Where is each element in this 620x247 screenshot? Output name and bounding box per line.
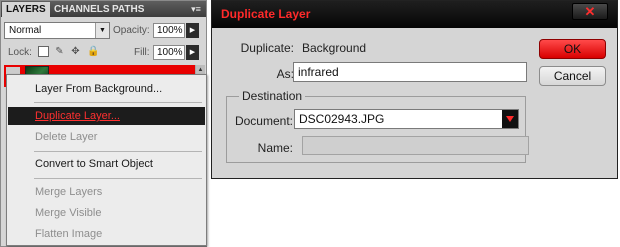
lock-label: Lock: <box>8 47 32 58</box>
document-name-input <box>302 136 529 155</box>
destination-legend: Destination <box>239 89 306 103</box>
opacity-field[interactable]: 100% <box>153 23 185 38</box>
menu-separator <box>34 102 202 103</box>
layer-name-input[interactable]: infrared <box>293 62 527 82</box>
dropdown-button[interactable] <box>502 110 518 128</box>
fill-field[interactable]: 100% <box>153 45 185 60</box>
duplicate-layer-dialog: Duplicate Layer ✕ Duplicate: Background … <box>211 0 618 179</box>
duplicate-label: Duplicate: <box>240 41 294 55</box>
menu-item-convert-to-smart-object[interactable]: Convert to Smart Object <box>8 155 205 173</box>
menu-item-delete-layer[interactable]: Delete Layer <box>8 128 205 146</box>
document-label: Document: <box>234 114 293 128</box>
lock-all-padlock-icon[interactable]: 🔒 <box>87 46 99 57</box>
menu-item-layer-from-background[interactable]: Layer From Background... <box>8 80 205 98</box>
destination-group: Destination Document: DSC02943.JPG Name: <box>226 89 529 163</box>
chevron-down-icon <box>506 116 514 122</box>
tab-layers[interactable]: LAYERS <box>2 2 50 17</box>
panel-menu-icon[interactable]: ▾≡ <box>188 3 204 15</box>
menu-separator <box>34 151 202 152</box>
document-select[interactable]: DSC02943.JPG <box>294 109 519 129</box>
cancel-button[interactable]: Cancel <box>539 66 606 86</box>
menu-item-flatten-image[interactable]: Flatten Image <box>8 225 205 243</box>
fill-slider-arrow-icon[interactable]: ▶ <box>186 45 199 60</box>
lock-transparency-icon[interactable] <box>38 46 49 57</box>
blend-mode-value: Normal <box>9 25 42 36</box>
lock-pixels-brush-icon[interactable]: ✎ <box>54 46 65 57</box>
opacity-label: Opacity: <box>113 25 150 36</box>
name-label: Name: <box>257 141 293 155</box>
menu-item-duplicate-layer[interactable]: Duplicate Layer... <box>8 107 205 125</box>
blend-mode-select[interactable]: Normal ▼ <box>4 22 110 39</box>
dialog-title-bar[interactable]: Duplicate Layer ✕ <box>212 1 617 28</box>
document-select-value: DSC02943.JPG <box>299 112 385 126</box>
tab-channels[interactable]: CHANNELS <box>50 2 110 17</box>
menu-separator <box>34 178 202 179</box>
layer-context-menu: Layer From Background... Duplicate Layer… <box>6 74 207 246</box>
fill-label: Fill: <box>134 47 150 58</box>
duplicate-source-value: Background <box>302 41 367 55</box>
dialog-title: Duplicate Layer <box>221 7 311 21</box>
close-icon: ✕ <box>584 4 596 19</box>
menu-item-merge-layers[interactable]: Merge Layers <box>8 183 205 201</box>
tab-paths[interactable]: PATHS <box>108 2 152 17</box>
opacity-slider-arrow-icon[interactable]: ▶ <box>186 23 199 38</box>
panel-tab-bar: LAYERS CHANNELS PATHS ▾≡ <box>1 1 206 17</box>
ok-button[interactable]: OK <box>539 39 606 59</box>
chevron-down-icon: ▼ <box>95 23 109 38</box>
as-label: As: <box>276 67 294 81</box>
menu-item-merge-visible[interactable]: Merge Visible <box>8 204 205 222</box>
close-button[interactable]: ✕ <box>572 3 608 20</box>
lock-position-move-icon[interactable]: ✥ <box>70 46 81 57</box>
